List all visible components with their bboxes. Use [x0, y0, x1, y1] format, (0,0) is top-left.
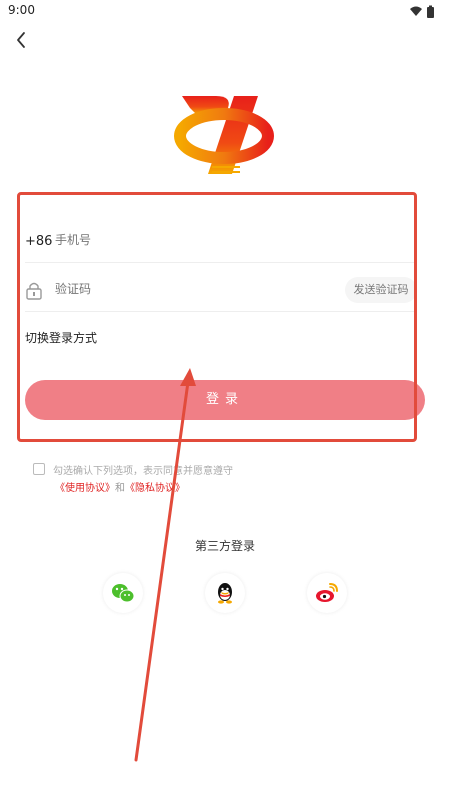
- status-time: 9:00: [8, 3, 35, 17]
- switch-login-method-link[interactable]: 切换登录方式: [25, 329, 97, 346]
- phone-row: +86: [25, 222, 417, 263]
- and-text: 和: [115, 483, 125, 494]
- lock-icon: [25, 281, 43, 301]
- back-button[interactable]: [10, 28, 34, 52]
- wechat-icon: [112, 584, 135, 603]
- weibo-login-button[interactable]: [307, 573, 347, 613]
- verification-code-input[interactable]: [55, 282, 295, 296]
- phone-input[interactable]: [55, 233, 295, 247]
- status-icons: [408, 4, 440, 18]
- chevron-left-icon: [17, 32, 25, 48]
- qq-icon: [218, 583, 232, 604]
- wifi-icon: [410, 6, 422, 16]
- country-code[interactable]: +86: [25, 234, 52, 249]
- agreement-text: 勾选确认下列选项，表示同意并愿意遵守: [53, 466, 233, 477]
- weibo-icon: [316, 583, 338, 602]
- login-button[interactable]: 登录: [25, 380, 425, 420]
- agreement-links: 《使用协议》和《隐私协议》: [55, 479, 185, 494]
- app-logo: [172, 88, 280, 180]
- status-bar: 9:00: [0, 0, 450, 22]
- privacy-link[interactable]: 《隐私协议》: [125, 483, 185, 494]
- battery-icon: [427, 7, 434, 18]
- agreement-checkbox[interactable]: [33, 463, 45, 475]
- third-party-login-title: 第三方登录: [194, 539, 255, 553]
- send-code-button[interactable]: 发送验证码: [345, 277, 417, 303]
- terms-link[interactable]: 《使用协议》: [55, 483, 115, 494]
- qq-login-button[interactable]: [205, 573, 245, 613]
- code-row: 发送验证码: [25, 271, 417, 312]
- wechat-login-button[interactable]: [103, 573, 143, 613]
